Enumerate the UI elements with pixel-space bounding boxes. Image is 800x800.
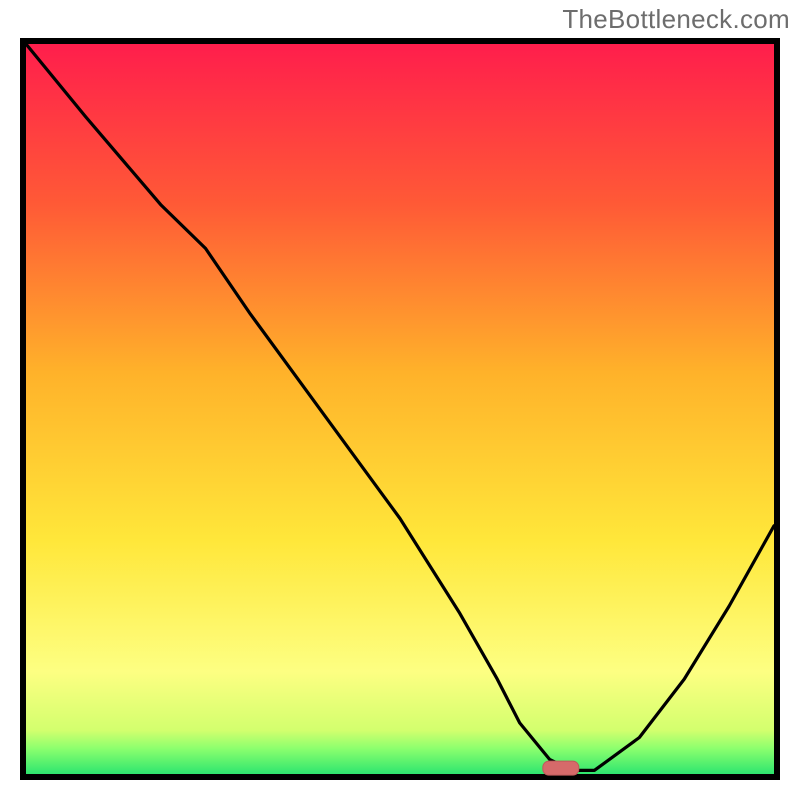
plot-svg	[20, 38, 780, 780]
optimal-point-marker	[543, 761, 579, 775]
chart-container: TheBottleneck.com	[0, 0, 800, 800]
watermark-text: TheBottleneck.com	[562, 4, 790, 35]
gradient-background	[26, 44, 774, 774]
plot-frame	[20, 38, 780, 780]
